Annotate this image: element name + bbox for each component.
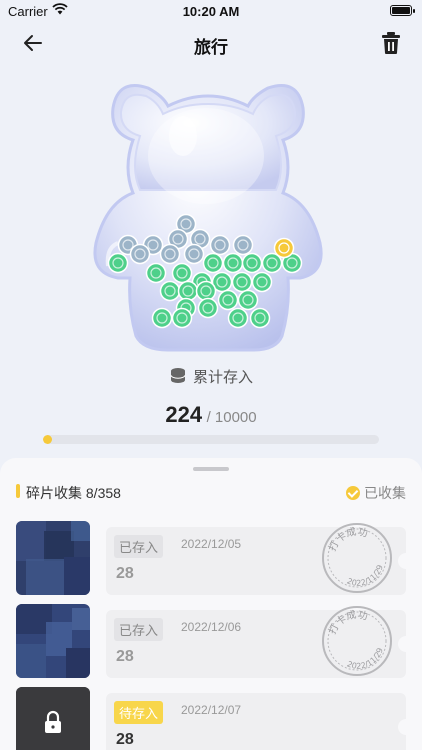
collected-label: 已收集: [364, 485, 406, 501]
coin: [241, 252, 263, 274]
goal-amount: / 10000: [206, 409, 257, 426]
coin: [209, 234, 231, 256]
svg-text:2022/11/29: 2022/11/29: [343, 561, 389, 594]
deposit-date: 2022/12/05: [181, 537, 242, 551]
check-circle-icon: [346, 486, 360, 500]
deposit-status-tag: 已存入: [114, 535, 164, 558]
coin-highlight: [273, 237, 295, 259]
fragment-card[interactable]: 已存入 2022/12/06 28 打卡成功 2022/11/29: [16, 604, 414, 678]
section-accent-bar: [16, 484, 20, 498]
coin: [159, 243, 181, 265]
total-label: 累计存入: [192, 369, 253, 386]
coin: [129, 243, 151, 265]
coin: [171, 307, 193, 329]
status-bar: Carrier 10:20 AM: [0, 0, 422, 24]
collected-filter[interactable]: 已收集: [346, 483, 406, 503]
stamp-icon: 打卡成功 2022/11/29: [321, 521, 392, 594]
savings-jar: [88, 78, 328, 358]
deposit-date: 2022/12/06: [181, 620, 242, 634]
deposit-amount: 28: [116, 731, 134, 748]
coin: [251, 271, 273, 293]
fragment-card-body: 已存入 2022/12/06 28 打卡成功 2022/11/29: [106, 604, 414, 678]
deposit-date: 2022/12/07: [181, 703, 242, 717]
fragment-card[interactable]: 待存入 2022/12/07 28: [16, 687, 414, 750]
deposit-amount: 28: [116, 648, 134, 665]
fragment-thumbnail: [16, 604, 90, 678]
coin: [231, 271, 253, 293]
coin: [232, 234, 254, 256]
coin: [107, 252, 129, 274]
amount-row: 224 / 10000: [0, 402, 422, 428]
database-icon: [170, 368, 186, 383]
stamp-icon: 打卡成功 2022/11/29: [321, 604, 392, 677]
coin: [197, 297, 219, 319]
deposit-status-tag: 待存入: [114, 701, 164, 724]
deposit-amount: 28: [116, 565, 134, 582]
deposit-status-tag: 已存入: [114, 618, 164, 641]
coin: [145, 262, 167, 284]
savings-progress-fill: [43, 435, 52, 444]
lock-icon: [16, 687, 90, 750]
coin: [177, 280, 199, 302]
coin: [227, 307, 249, 329]
sheet-drag-handle[interactable]: [193, 467, 229, 471]
clock: 10:20 AM: [182, 4, 240, 19]
fragment-thumbnail: [16, 521, 90, 595]
coin: [171, 262, 193, 284]
stamp-date: 2022/11/29: [343, 561, 389, 594]
svg-text:2022/11/29: 2022/11/29: [343, 644, 389, 677]
coin: [159, 280, 181, 302]
fragment-card-body: 已存入 2022/12/05 28 打卡成功 2022/11/29: [106, 521, 414, 595]
fragment-card[interactable]: 已存入 2022/12/05 28 打卡成功 2022/11/29: [16, 521, 414, 595]
fragment-sheet[interactable]: 碎片收集 8/358 已收集 已存入 2022/12/05 28 打卡成功 20…: [0, 458, 422, 750]
coin: [202, 252, 224, 274]
fragment-card-body: 待存入 2022/12/07 28: [106, 693, 414, 750]
coin: [183, 243, 205, 265]
coin: [237, 289, 259, 311]
stamp-date: 2022/11/29: [343, 644, 389, 677]
sheet-header: 碎片收集 8/358 已收集: [16, 482, 406, 503]
page-title: 旅行: [194, 38, 228, 57]
nav-bar: 旅行: [0, 28, 422, 58]
coin: [222, 252, 244, 274]
savings-progress-bar: [43, 435, 379, 444]
fragment-thumbnail-locked: [16, 687, 90, 750]
trash-icon[interactable]: [380, 31, 402, 55]
saved-amount: 224: [165, 402, 203, 427]
coin: [249, 307, 271, 329]
coin: [151, 307, 173, 329]
battery-icon: [390, 5, 415, 16]
coin: [217, 289, 239, 311]
bear-jar-illustration: [93, 84, 323, 352]
fragment-collection-label: 碎片收集 8/358: [26, 485, 121, 501]
total-label-row: 累计存入: [0, 366, 422, 387]
coin: [195, 280, 217, 302]
